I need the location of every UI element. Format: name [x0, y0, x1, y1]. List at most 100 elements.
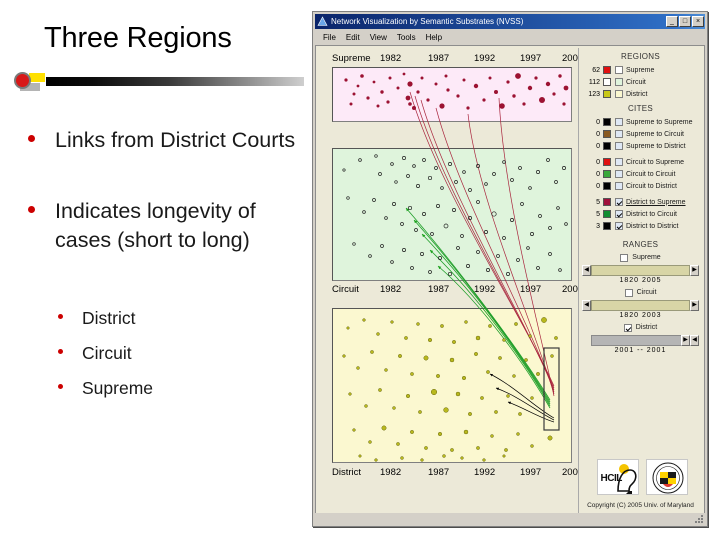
slider-left-handle[interactable]: ◀ [582, 300, 591, 311]
panel-supreme[interactable] [332, 67, 572, 122]
legend-row-cite-0[interactable]: 0 Supreme to Supreme [579, 116, 702, 128]
cite-color-swatch[interactable] [603, 142, 611, 150]
copyright-text: Copyright (C) 2005 Univ. of Maryland [587, 502, 694, 509]
range-years-district: 2001 -- 2001 [614, 347, 667, 354]
cite-color-swatch[interactable] [603, 210, 611, 218]
region-color-swatch[interactable] [603, 66, 611, 74]
cite-color-swatch[interactable] [603, 118, 611, 126]
range-header-district[interactable]: District [579, 322, 702, 333]
legend-row-cite-6[interactable]: 5 District to Supreme [579, 196, 702, 208]
cite-color-swatch[interactable] [603, 182, 611, 190]
bullet-dot-icon [58, 384, 63, 389]
range-label-district: District [635, 324, 658, 331]
legend-row-cite-2[interactable]: 0 Supreme to District [579, 140, 702, 152]
menu-item-edit[interactable]: Edit [341, 32, 365, 43]
slider-right-handle[interactable]: ◀ [690, 335, 699, 346]
window-title: Network Visualization by Semantic Substr… [331, 17, 524, 26]
legend-row-cite-4[interactable]: 0 Circuit to Circuit [579, 168, 702, 180]
cite-checkbox[interactable] [615, 170, 623, 178]
cite-checkbox[interactable] [615, 158, 623, 166]
bullet-dot-icon [28, 206, 35, 213]
cite-label: District to Circuit [626, 210, 677, 218]
cite-label: Supreme to Supreme [626, 118, 693, 126]
cite-count: 0 [596, 118, 600, 126]
range-label-supreme: Supreme [632, 254, 661, 261]
slider-track[interactable] [591, 335, 690, 346]
cite-color-swatch[interactable] [603, 170, 611, 178]
slider-left-handle[interactable]: ▶ [681, 335, 690, 346]
legend-row-district-region[interactable]: 123 District [579, 88, 702, 100]
legend-row-cite-8[interactable]: 3 District to District [579, 220, 702, 232]
slider-right-handle[interactable]: ▶ [690, 265, 699, 276]
cite-color-swatch[interactable] [603, 198, 611, 206]
legend-row-circuit-region[interactable]: 112 Circuit [579, 76, 702, 88]
cite-color-swatch[interactable] [603, 158, 611, 166]
cite-label: Supreme to District [626, 142, 686, 150]
range-slider-circuit[interactable]: ◀ ▶ [582, 300, 699, 311]
minimize-button[interactable]: _ [666, 16, 678, 27]
cite-count: 0 [596, 130, 600, 138]
list-item: Circuit [58, 341, 298, 366]
region-color-swatch[interactable] [603, 90, 611, 98]
cite-label: District to Supreme [626, 198, 686, 206]
client-area: Supreme 1982 1987 1992 1997 2002 Circuit… [315, 45, 705, 524]
divider-yellow-square [29, 73, 45, 82]
axis-tick-circuit-1992: 1992 [474, 284, 496, 295]
slide-panel: Three Regions Links from District Courts… [0, 0, 312, 540]
visualization-area[interactable]: Supreme 1982 1987 1992 1997 2002 Circuit… [318, 48, 583, 521]
maximize-button[interactable]: □ [679, 16, 691, 27]
range-checkbox-circuit[interactable] [624, 288, 633, 297]
range-slider-supreme[interactable]: ◀ ▶ [582, 265, 699, 276]
cite-color-swatch[interactable] [603, 130, 611, 138]
menu-item-tools[interactable]: Tools [392, 32, 421, 43]
slider-left-handle[interactable]: ◀ [582, 265, 591, 276]
axis-tick-district-1982: 1982 [380, 467, 402, 478]
cite-label: Circuit to Circuit [626, 170, 676, 178]
cite-color-swatch[interactable] [603, 222, 611, 230]
menu-item-help[interactable]: Help [421, 32, 447, 43]
cite-checkbox[interactable] [615, 130, 623, 138]
range-header-supreme[interactable]: Supreme [579, 252, 702, 263]
list-item: District [58, 306, 298, 331]
app-icon [317, 16, 328, 26]
panel-district[interactable] [332, 308, 572, 463]
cite-label: Circuit to Supreme [626, 158, 684, 166]
range-slider-district[interactable]: ▶ ◀ [582, 335, 699, 346]
slider-track[interactable] [591, 300, 690, 311]
region-checkbox[interactable] [615, 66, 623, 74]
region-checkbox[interactable] [615, 78, 623, 86]
cite-checkbox[interactable] [615, 182, 623, 190]
axis-tick-supreme-1982: 1982 [380, 53, 402, 64]
cite-checkbox[interactable] [615, 118, 623, 126]
window-titlebar[interactable]: Network Visualization by Semantic Substr… [315, 14, 705, 29]
region-checkbox[interactable] [615, 90, 623, 98]
resize-grip[interactable] [693, 513, 704, 524]
cite-checkbox[interactable] [615, 222, 623, 230]
legend-row-cite-1[interactable]: 0 Supreme to Circuit [579, 128, 702, 140]
panel-circuit[interactable] [332, 148, 572, 281]
slider-right-handle[interactable]: ▶ [690, 300, 699, 311]
axis-tick-supreme-1987: 1987 [428, 53, 450, 64]
range-checkbox-supreme[interactable] [620, 253, 629, 262]
list-item: Indicates longevity of cases (short to l… [28, 197, 302, 255]
cites-heading: CITES [627, 104, 654, 113]
range-header-circuit[interactable]: Circuit [579, 287, 702, 298]
region-label: Circuit [626, 78, 646, 86]
cite-checkbox[interactable] [615, 210, 623, 218]
range-checkbox-district[interactable] [623, 323, 632, 332]
slider-track[interactable] [591, 265, 690, 276]
region-color-swatch[interactable] [603, 78, 611, 86]
legend-row-supreme-region[interactable]: 62 Supreme [579, 64, 702, 76]
range-years-circuit: 1820 2003 [619, 312, 662, 319]
menu-item-file[interactable]: File [318, 32, 341, 43]
divider-red-dot-icon [14, 72, 31, 89]
cite-checkbox[interactable] [615, 198, 623, 206]
legend-row-cite-5[interactable]: 0 Circuit to District [579, 180, 702, 192]
legend-row-cite-7[interactable]: 5 District to Circuit [579, 208, 702, 220]
axis-label-supreme: Supreme [332, 53, 371, 64]
cite-count: 0 [596, 170, 600, 178]
legend-row-cite-3[interactable]: 0 Circuit to Supreme [579, 156, 702, 168]
cite-checkbox[interactable] [615, 142, 623, 150]
menu-item-view[interactable]: View [365, 32, 392, 43]
close-button[interactable]: × [692, 16, 704, 27]
